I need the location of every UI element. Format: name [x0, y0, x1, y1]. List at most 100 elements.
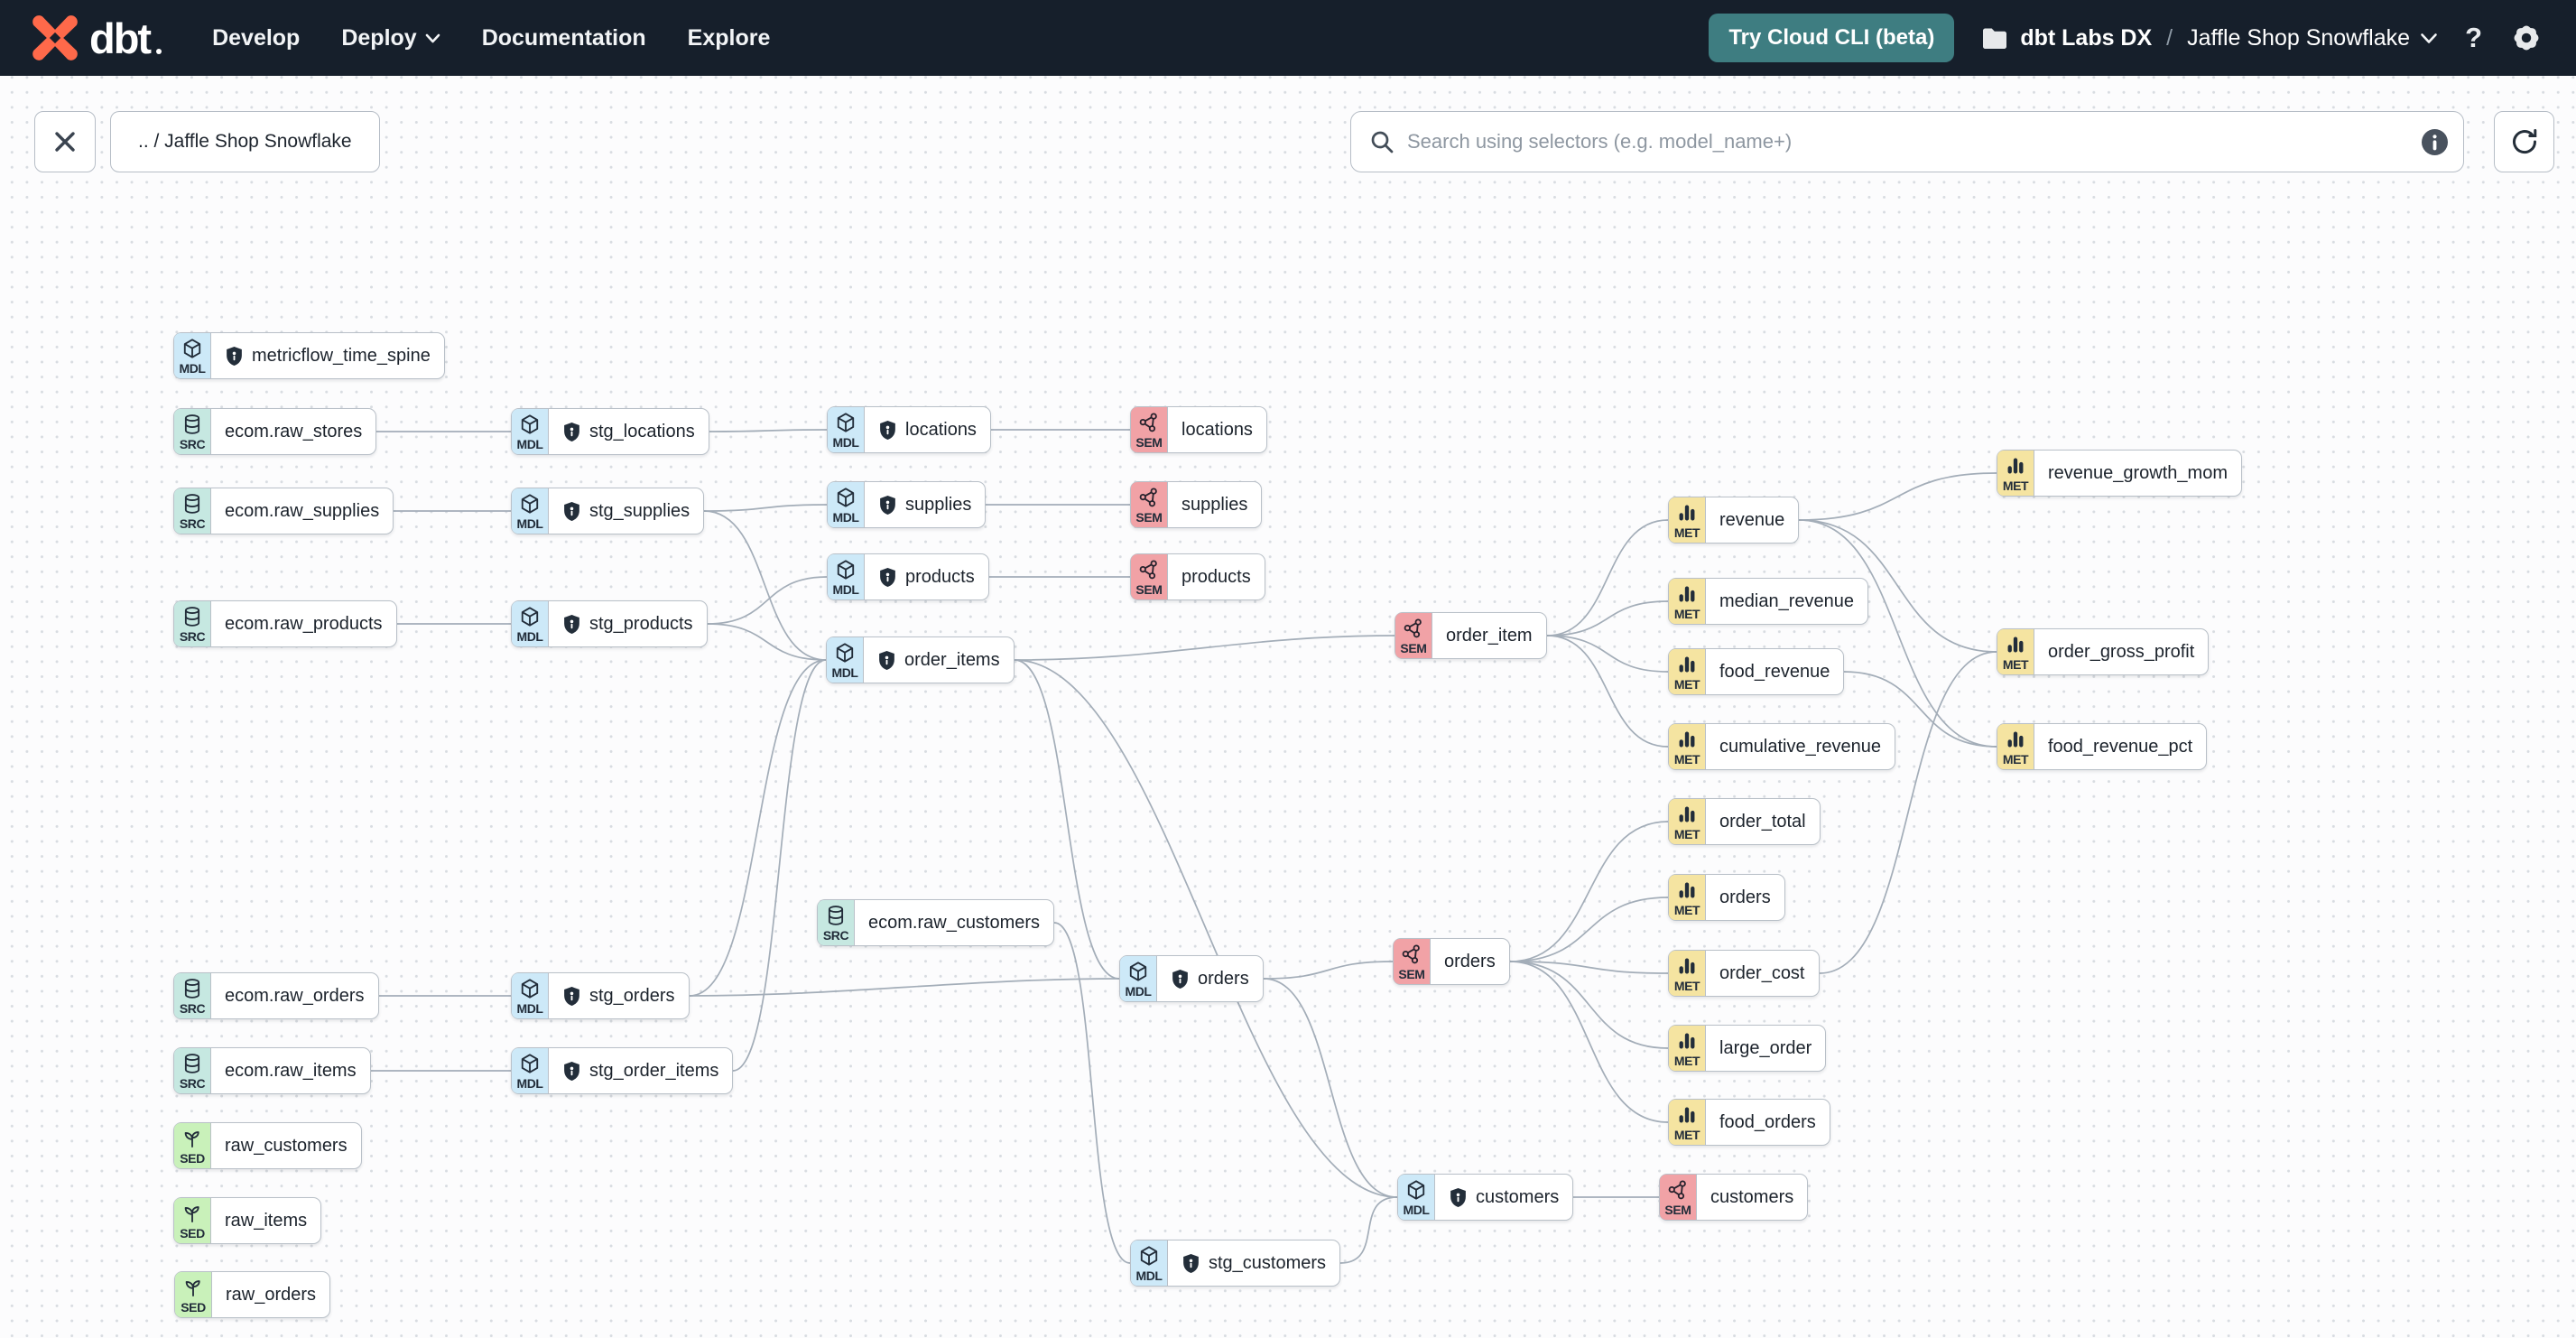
database-icon	[184, 493, 200, 514]
node-raw_customers_seed[interactable]: SED raw_customers	[173, 1122, 362, 1169]
refresh-button[interactable]	[2494, 111, 2554, 172]
node-stg_locations[interactable]: MDL stg_locations	[511, 408, 709, 455]
node-raw_items_src[interactable]: SRC ecom.raw_items	[173, 1047, 371, 1094]
node-locations_mdl[interactable]: MDL locations	[827, 406, 991, 453]
node-orders_sem[interactable]: SEM orders	[1393, 938, 1510, 985]
node-label: orders	[1157, 956, 1263, 1001]
dbt-logo[interactable]: dbt	[31, 14, 162, 62]
node-raw_supplies[interactable]: SRC ecom.raw_supplies	[173, 488, 394, 534]
database-icon	[184, 606, 200, 627]
node-type-badge: MET	[1997, 451, 2034, 496]
node-raw_orders_seed[interactable]: SED raw_orders	[174, 1271, 331, 1318]
node-customers_mdl[interactable]: MDL customers	[1397, 1174, 1574, 1221]
seed-icon	[184, 1205, 199, 1222]
shield-icon	[564, 614, 579, 634]
database-icon	[184, 413, 200, 434]
semantic-model-icon	[1402, 943, 1420, 963]
node-type-badge: MET	[1669, 1026, 1706, 1071]
node-large_order[interactable]: MET large_order	[1668, 1025, 1827, 1072]
node-order_gross_profit[interactable]: MET order_gross_profit	[1997, 628, 2210, 675]
cube-icon	[1407, 1179, 1425, 1200]
gear-icon[interactable]	[2509, 21, 2544, 55]
node-type-badge: MDL	[512, 601, 549, 646]
node-raw_customers_src[interactable]: SRC ecom.raw_customers	[817, 899, 1055, 946]
nav-item-explore[interactable]: Explore	[688, 25, 771, 51]
shield-icon	[227, 346, 242, 366]
node-stg_customers[interactable]: MDL stg_customers	[1130, 1240, 1341, 1287]
node-label: cumulative_revenue	[1719, 736, 1881, 757]
node-type-badge: SRC	[174, 601, 211, 646]
node-label: products	[1181, 566, 1251, 587]
close-lineage-button[interactable]	[34, 111, 96, 172]
try-cloud-cli-button[interactable]: Try Cloud CLI (beta)	[1709, 14, 1955, 62]
node-type-badge: MDL	[512, 409, 549, 454]
node-locations_sem[interactable]: SEM locations	[1130, 406, 1267, 453]
node-order_total[interactable]: MET order_total	[1668, 798, 1821, 845]
node-order_cost[interactable]: MET order_cost	[1668, 950, 1820, 997]
breadcrumb[interactable]: .. / Jaffle Shop Snowflake	[110, 111, 380, 172]
node-type-badge: SEM	[1131, 407, 1168, 452]
node-type-badge: MDL	[827, 637, 864, 683]
node-food_revenue[interactable]: MET food_revenue	[1668, 648, 1845, 695]
node-type-badge: MDL	[512, 488, 549, 534]
cube-icon	[836, 642, 854, 663]
node-stg_order_items[interactable]: MDL stg_order_items	[511, 1047, 734, 1094]
node-orders_met[interactable]: MET orders	[1668, 874, 1785, 921]
node-label: revenue	[1719, 509, 1785, 530]
node-revenue[interactable]: MET revenue	[1668, 497, 1800, 544]
node-supplies_mdl[interactable]: MDL supplies	[827, 481, 987, 528]
node-customers_sem[interactable]: SEM customers	[1659, 1174, 1809, 1221]
node-type-badge: SRC	[174, 973, 211, 1018]
node-order_item_sem[interactable]: SEM order_item	[1395, 612, 1547, 659]
brand-trademark-dot	[156, 49, 162, 54]
node-label: stg_orders	[549, 973, 689, 1018]
node-raw_items_seed[interactable]: SED raw_items	[173, 1197, 322, 1244]
cube-icon	[1129, 961, 1147, 981]
metric-bars-icon	[1679, 656, 1695, 672]
node-stg_products[interactable]: MDL stg_products	[511, 600, 708, 647]
node-raw_products[interactable]: SRC ecom.raw_products	[173, 600, 397, 647]
node-type-badge: SRC	[818, 900, 855, 945]
node-raw_stores[interactable]: SRC ecom.raw_stores	[173, 408, 377, 455]
node-raw_orders_src[interactable]: SRC ecom.raw_orders	[173, 972, 379, 1019]
node-label: orders	[1444, 951, 1496, 971]
node-supplies_sem[interactable]: SEM supplies	[1130, 481, 1263, 528]
chevron-down-icon	[2421, 33, 2437, 43]
node-label: raw_items	[225, 1210, 308, 1231]
node-type-badge: MDL	[828, 407, 865, 452]
node-stg_supplies[interactable]: MDL stg_supplies	[511, 488, 705, 534]
node-food_orders[interactable]: MET food_orders	[1668, 1099, 1830, 1146]
node-type-badge: MDL	[828, 554, 865, 599]
node-mts[interactable]: MDL metricflow_time_spine	[173, 332, 445, 379]
nav-item-deploy[interactable]: Deploy	[341, 25, 440, 51]
node-label: food_revenue_pct	[2048, 736, 2193, 757]
shield-icon	[879, 650, 894, 670]
nav-item-documentation[interactable]: Documentation	[482, 25, 646, 51]
search-input[interactable]	[1407, 130, 2409, 153]
node-order_items[interactable]: MDL order_items	[826, 636, 1015, 683]
top-nav-bar: dbt Develop Deploy Documentation Explore…	[0, 0, 2576, 76]
node-orders_mdl[interactable]: MDL orders	[1119, 955, 1264, 1002]
lineage-canvas[interactable]: MDL metricflow_time_spine SRC ecom.raw_stor…	[0, 76, 2576, 1338]
project-selector[interactable]: Jaffle Shop Snowflake	[2187, 25, 2438, 51]
node-revenue_growth_mom[interactable]: MET revenue_growth_mom	[1997, 450, 2242, 497]
header-right-cluster: Try Cloud CLI (beta) dbt Labs DX / Jaffl…	[1709, 14, 2544, 62]
account-name[interactable]: dbt Labs DX	[2020, 25, 2152, 51]
node-products_mdl[interactable]: MDL products	[827, 553, 989, 600]
node-type-badge: SED	[175, 1272, 212, 1317]
node-type-badge: MET	[1669, 579, 1706, 624]
node-label: stg_locations	[549, 409, 709, 454]
help-icon[interactable]: ?	[2465, 22, 2482, 54]
node-type-badge: SED	[174, 1198, 211, 1243]
nav-item-develop[interactable]: Develop	[212, 25, 300, 51]
semantic-model-icon	[1404, 618, 1422, 637]
node-label: median_revenue	[1719, 590, 1854, 611]
node-cumulative_revenue[interactable]: MET cumulative_revenue	[1668, 723, 1895, 770]
cube-icon	[837, 559, 855, 580]
node-products_sem[interactable]: SEM products	[1130, 553, 1265, 600]
info-icon[interactable]	[2421, 128, 2449, 156]
node-median_revenue[interactable]: MET median_revenue	[1668, 578, 1868, 625]
node-food_revenue_pct[interactable]: MET food_revenue_pct	[1997, 723, 2208, 770]
node-stg_orders[interactable]: MDL stg_orders	[511, 972, 690, 1019]
node-type-badge: MET	[1669, 875, 1706, 920]
